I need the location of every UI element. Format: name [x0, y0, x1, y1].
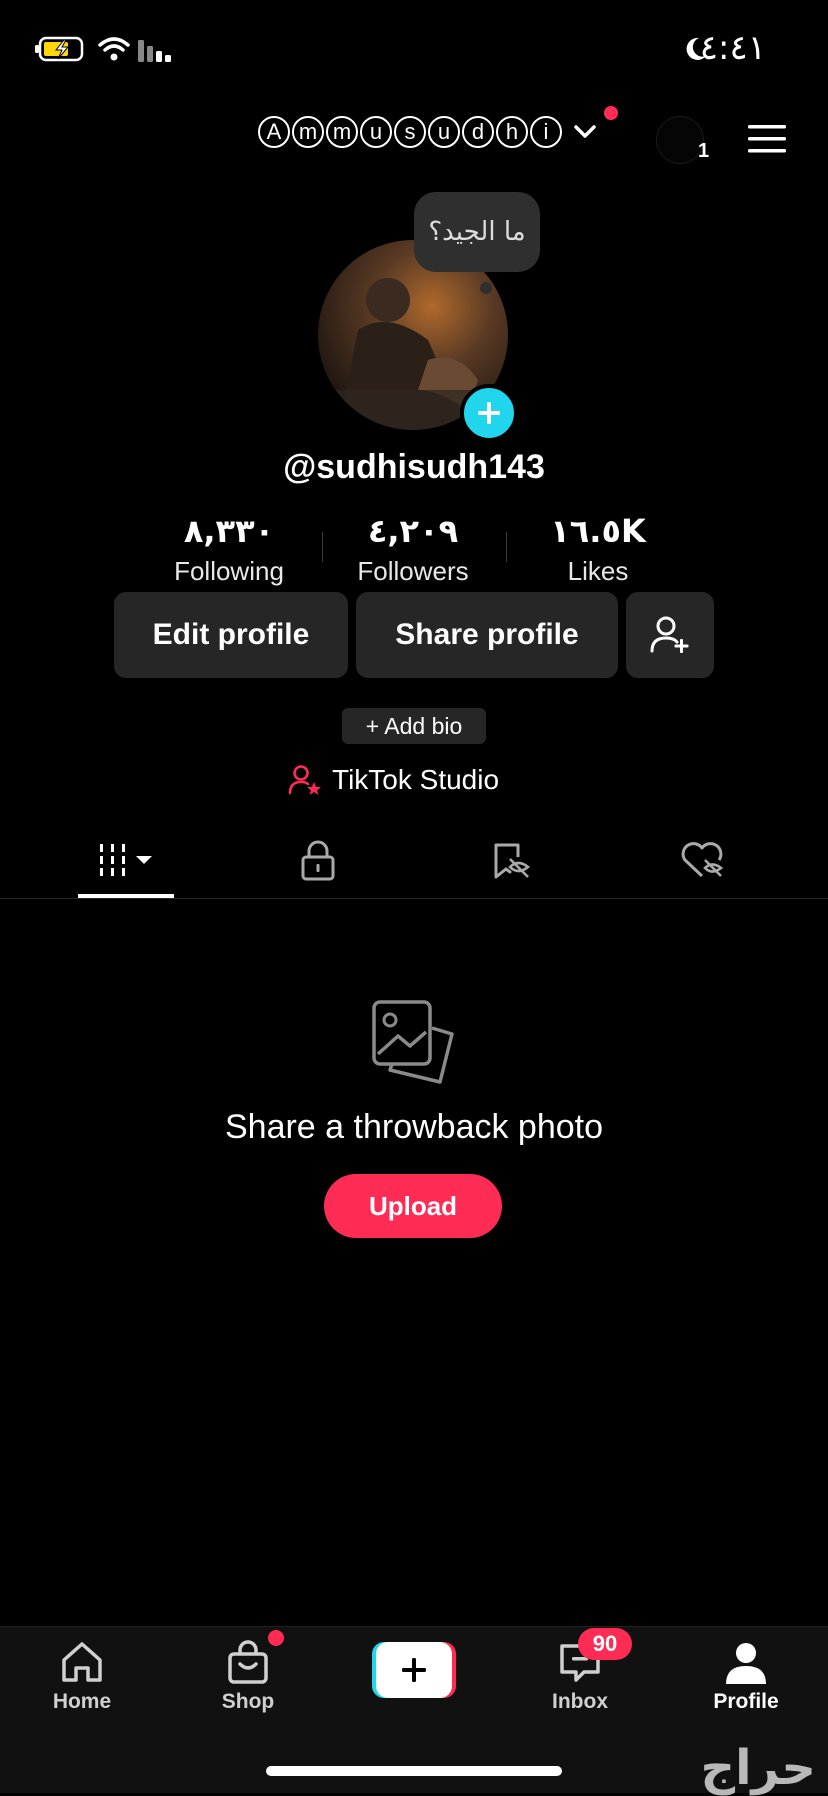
- tab-private[interactable]: [270, 832, 366, 888]
- repost-tab-icon: [494, 843, 531, 879]
- profile-icon: [726, 1643, 766, 1684]
- notification-dot: [604, 106, 618, 120]
- upload-button[interactable]: Upload: [324, 1174, 502, 1238]
- nav-profile[interactable]: Profile: [676, 1640, 816, 1714]
- username-char: d: [462, 116, 494, 148]
- profile-views-button[interactable]: 1: [656, 116, 712, 166]
- stat-likes-value: ١٦.٥K: [550, 512, 646, 550]
- plus-icon: [478, 402, 500, 424]
- tiktok-studio-label: TikTok Studio: [332, 764, 500, 795]
- signal-icon: [138, 40, 171, 62]
- status-bubble-tail: [480, 282, 492, 294]
- battery-charging-icon: [35, 36, 84, 62]
- stat-followers-label: Followers: [357, 556, 469, 586]
- username-char: u: [360, 116, 392, 148]
- username-char: u: [428, 116, 460, 148]
- username-char: m: [292, 116, 324, 148]
- hamburger-menu-icon[interactable]: [748, 124, 788, 154]
- profile-views-count: 1: [698, 140, 710, 162]
- photo-icon: [372, 1000, 454, 1084]
- tab-videos[interactable]: [78, 832, 174, 888]
- nav-profile-label: Profile: [713, 1690, 779, 1713]
- nav-shop-label: Shop: [221, 1690, 275, 1713]
- nav-home[interactable]: Home: [12, 1640, 152, 1714]
- edit-profile-button[interactable]: Edit profile: [114, 592, 348, 678]
- status-bubble[interactable]: ما الجيد؟: [414, 192, 540, 272]
- chevron-down-icon: [574, 125, 596, 138]
- add-avatar-button[interactable]: [460, 384, 518, 442]
- status-time: ٤:٤١: [699, 28, 766, 68]
- tab-liked[interactable]: [654, 832, 750, 888]
- create-button[interactable]: [372, 1642, 456, 1698]
- lock-tab-icon: [301, 840, 335, 881]
- stat-following[interactable]: ٨,٣٣٠ Following: [136, 500, 322, 590]
- liked-tab-icon: [681, 842, 724, 878]
- username-char: i: [530, 116, 562, 148]
- tiktok-studio-link[interactable]: TikTok Studio: [288, 760, 499, 800]
- home-indicator[interactable]: [266, 1766, 562, 1776]
- nav-shop[interactable]: Shop: [178, 1640, 318, 1714]
- add-friend-button[interactable]: [626, 592, 714, 678]
- studio-icon: [288, 765, 321, 795]
- profile-views-circle: [656, 116, 704, 164]
- share-profile-button[interactable]: Share profile: [356, 592, 618, 678]
- empty-state-title: Share a throwback photo: [224, 1108, 604, 1146]
- inbox-badge: 90: [578, 1628, 632, 1660]
- create-plus-icon: [372, 1642, 456, 1698]
- nav-home-label: Home: [52, 1690, 112, 1713]
- account-switcher[interactable]: A m m u s u d h i: [258, 116, 598, 148]
- stat-followers[interactable]: ٤,٢٠٩ Followers: [320, 500, 506, 590]
- shop-notification-dot: [268, 1630, 284, 1646]
- add-friend-icon: [650, 616, 689, 653]
- tab-reposts[interactable]: [462, 832, 558, 888]
- grid-tab-icon: [100, 844, 152, 876]
- stat-following-value: ٨,٣٣٠: [183, 512, 275, 550]
- shop-icon: [228, 1640, 268, 1684]
- username-char: m: [326, 116, 358, 148]
- stat-likes-label: Likes: [567, 556, 629, 586]
- username-char: s: [394, 116, 426, 148]
- watermark: حراج: [700, 1740, 817, 1796]
- status-bar: ٤:٤١: [0, 0, 828, 90]
- username-char: A: [258, 116, 290, 148]
- tabs-divider: [0, 898, 828, 899]
- stat-followers-value: ٤,٢٠٩: [367, 512, 459, 550]
- wifi-icon: [98, 37, 130, 61]
- home-icon: [62, 1642, 102, 1682]
- stat-likes[interactable]: ١٦.٥K Likes: [505, 500, 691, 590]
- profile-handle: @sudhisudh143: [283, 448, 545, 486]
- stat-following-label: Following: [174, 556, 284, 586]
- add-bio-button[interactable]: + Add bio: [342, 708, 486, 744]
- username-char: h: [496, 116, 528, 148]
- nav-inbox-label: Inbox: [552, 1690, 608, 1713]
